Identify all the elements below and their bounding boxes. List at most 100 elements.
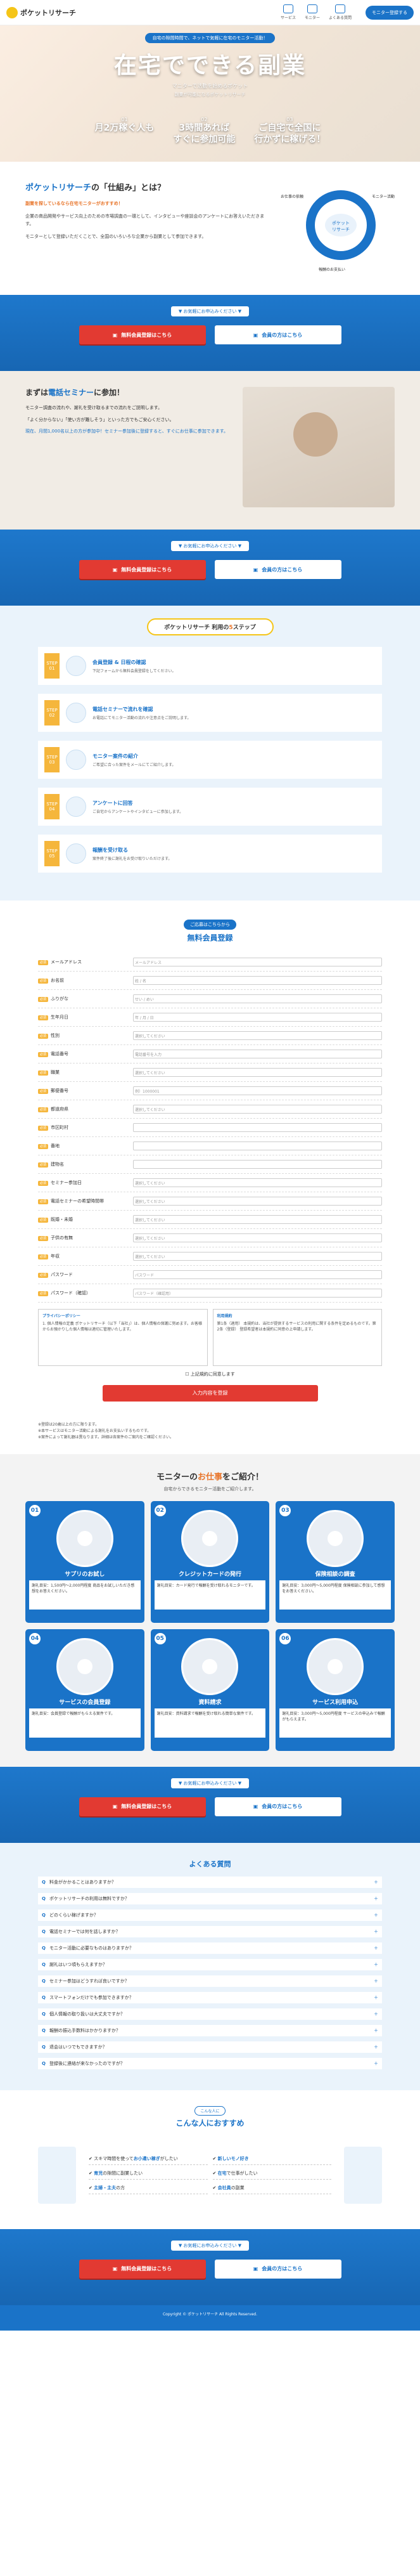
form-input[interactable] (133, 1142, 382, 1150)
faq-item[interactable]: Q モニター活動に必要なものはありますか？ ＋ (38, 1942, 382, 1954)
submit-button[interactable]: 入力内容を登録 (102, 1385, 318, 1402)
seminar-title-pre: まずは (25, 388, 49, 397)
seminar-photo (243, 387, 395, 507)
checkbox-icon[interactable]: ☐ (185, 1372, 189, 1377)
faq-item[interactable]: Q 個人情報の取り扱いは大丈夫ですか？ ＋ (38, 2008, 382, 2020)
form-input[interactable]: 選択してください (133, 1105, 382, 1114)
form-row: 必須 都道府県 選択してください (38, 1100, 382, 1119)
nav-label: モニター (304, 16, 320, 20)
member-icon: ▣ (253, 1804, 258, 1810)
steps-section: ポケットリサーチ 利用の5ステップ STEP 01 会員登録 & 日程の確認 下記フ… (0, 606, 420, 901)
plus-icon[interactable]: ＋ (374, 1929, 378, 1935)
card-number: 06 (279, 1632, 291, 1644)
form-input[interactable]: 例）1000001 (133, 1086, 382, 1095)
card-image (307, 1509, 364, 1567)
faq-question: 謝礼はいつ頃もらえますか？ (49, 1961, 107, 1967)
agree-checkbox-row[interactable]: ☐ 上記規約に同意します (38, 1371, 382, 1377)
faq-item[interactable]: Q どのくらい稼げますか？ ＋ (38, 1909, 382, 1921)
steps-title-pre: ポケットリサーチ 利用の (164, 625, 229, 631)
plus-icon[interactable]: ＋ (374, 1912, 378, 1918)
cta-band-2: ▼ お気軽にお申込みください ▼ ▣ 無料会員登録はこちら ▣ 会員の方はこちら (0, 530, 420, 606)
form-input[interactable]: せい / めい (133, 994, 382, 1003)
plus-icon[interactable]: ＋ (374, 1896, 378, 1902)
note-line: ※本サービスはモニター活動による謝礼をお支払いするものです。 (38, 1429, 151, 1434)
nav-service[interactable]: サービス (281, 4, 296, 20)
form-input[interactable]: メールアドレス (133, 958, 382, 966)
form-input[interactable]: 選択してください (133, 1233, 382, 1242)
faq-item[interactable]: Q 退会はいつでもできますか？ ＋ (38, 2041, 382, 2053)
nav-monitor[interactable]: モニター (305, 4, 320, 20)
plus-icon[interactable]: ＋ (374, 1978, 378, 1984)
plus-icon[interactable]: ＋ (374, 2027, 378, 2034)
nav-faq[interactable]: よくある質問 (329, 4, 352, 20)
required-badge: 必須 (38, 997, 49, 1002)
faq-item[interactable]: Q 電話セミナーでは何を話しますか？ ＋ (38, 1925, 382, 1937)
faq-item[interactable]: Q ポケットリサーチの利用は無料ですか？ ＋ (38, 1892, 382, 1904)
work-card: 04 サービスの会員登録 謝礼目安：会員登録で報酬がもらえる案件です。 (25, 1629, 144, 1751)
form-input[interactable]: 選択してください (133, 1215, 382, 1224)
form-input[interactable]: 電話番号を入力 (133, 1050, 382, 1058)
form-input[interactable]: パスワード (133, 1270, 382, 1279)
plus-icon[interactable]: ＋ (374, 2011, 378, 2017)
member-button[interactable]: ▣ 会員の方はこちら (214, 2259, 341, 2279)
step-item: STEP 03 モニター案件の紹介 ご希望に合った案件をメールにてご紹介します。 (38, 741, 382, 779)
register-button[interactable]: ▣ 無料会員登録はこちら (79, 2259, 206, 2279)
plus-icon[interactable]: ＋ (374, 1945, 378, 1951)
header-register-button[interactable]: モニター登録する (366, 5, 414, 20)
faq-item[interactable]: Q スマートフォンだけでも参加できますか？ ＋ (38, 1991, 382, 2003)
plus-icon[interactable]: ＋ (374, 2060, 378, 2067)
seminar-text: 現在、月間1,000名以上の方が参加中！セミナー参加後に登録すると、すぐにお仕事… (25, 429, 229, 434)
card-desc: 謝礼目安：3,000円〜5,000円程度 サービスの申込みで報酬がもらえます。 (279, 1708, 391, 1738)
field-label-text: 郵便番号 (51, 1088, 69, 1093)
form-row: 必須 職業 選択してください (38, 1064, 382, 1082)
form-input[interactable]: 選択してください (133, 1068, 382, 1077)
footer: Copyright © ポケットリサーチ All Rights Reserved… (0, 2305, 420, 2331)
faq-item[interactable]: Q 謝礼はいつ頃もらえますか？ ＋ (38, 1958, 382, 1970)
about-text: 副業を探しているなら在宅モニターがおすすめ！ (25, 200, 268, 208)
register-button[interactable]: ▣ 無料会員登録はこちら (79, 1797, 206, 1816)
step-number: STEP 04 (44, 794, 60, 819)
form-input[interactable]: パスワード（確認用） (133, 1289, 382, 1298)
terms-box[interactable]: 利用規約 第1条（適用） 本規約は、当社が提供するサービスの利用に関する条件を定め… (212, 1309, 382, 1366)
recommend-item: ✔ スキマ時間を使ってお小遣い稼ぎがしたい (89, 2156, 208, 2166)
member-button[interactable]: ▣ 会員の方はこちら (214, 325, 341, 344)
register-label: 無料会員登録はこちら (121, 2266, 172, 2272)
step-desc: 案件終了後に謝礼をお受け取りいただけます。 (92, 856, 172, 861)
privacy-policy-box[interactable]: プライバシーポリシー 1. 個人情報の定義 ポケットリサーチ（以下「当社」）は、個… (38, 1309, 208, 1366)
plus-icon[interactable]: ＋ (374, 2044, 378, 2050)
card-number: 03 (279, 1504, 291, 1516)
plus-icon[interactable]: ＋ (374, 1961, 378, 1968)
question-mark-icon: Q (42, 2044, 46, 2050)
brand-logo[interactable]: ポケットリサーチ (6, 6, 76, 18)
rec-highlight: 会社員 (217, 2185, 231, 2191)
field-label-text: 性別 (51, 1033, 60, 1038)
hero-features: 01 月2万稼ぐ人も 02 3時間あれば すぐに参加可能 03 ご自宅で全国に 行かず… (0, 117, 420, 145)
form-row: 必須 パスワード（確認） パスワード（確認用） (38, 1284, 382, 1303)
card-number: 05 (154, 1632, 166, 1644)
form-input[interactable] (133, 1160, 382, 1169)
faq-item[interactable]: Q 報酬の振込手数料はかかりますか？ ＋ (38, 2024, 382, 2036)
register-button[interactable]: ▣ 無料会員登録はこちら (79, 560, 206, 579)
form-input[interactable]: 選択してください (133, 1252, 382, 1261)
plus-icon[interactable]: ＋ (374, 1994, 378, 2001)
form-input[interactable]: 選択してください (133, 1031, 382, 1040)
card-title: サプリのお試し (65, 1571, 105, 1578)
form-input[interactable]: 選択してください (133, 1197, 382, 1206)
faq-item[interactable]: Q 料金がかかることはありますか？ ＋ (38, 1876, 382, 1888)
plus-icon[interactable]: ＋ (374, 1879, 378, 1885)
form-title: 無料会員登録 (187, 933, 233, 942)
form-input[interactable]: 姓 / 名 (133, 976, 382, 985)
rec-text: で仕事がしたい (226, 2171, 258, 2176)
faq-question: セミナー参加はどうすれば良いですか？ (49, 1978, 129, 1984)
form-input[interactable]: 年 / 月 / 日 (133, 1013, 382, 1022)
member-button[interactable]: ▣ 会員の方はこちら (214, 1797, 341, 1816)
form-input[interactable]: 選択してください (133, 1178, 382, 1187)
faq-item[interactable]: Q 登録後に連絡が来なかったのですが？ ＋ (38, 2057, 382, 2069)
field-label: 必須 お名前 (38, 977, 133, 984)
form-row: 必須 番地 (38, 1137, 382, 1155)
faq-item[interactable]: Q セミナー参加はどうすれば良いですか？ ＋ (38, 1975, 382, 1987)
register-button[interactable]: ▣ 無料会員登録はこちら (79, 325, 206, 344)
register-icon: ▣ (112, 1804, 118, 1810)
form-input[interactable] (133, 1123, 382, 1132)
member-button[interactable]: ▣ 会員の方はこちら (214, 560, 341, 579)
